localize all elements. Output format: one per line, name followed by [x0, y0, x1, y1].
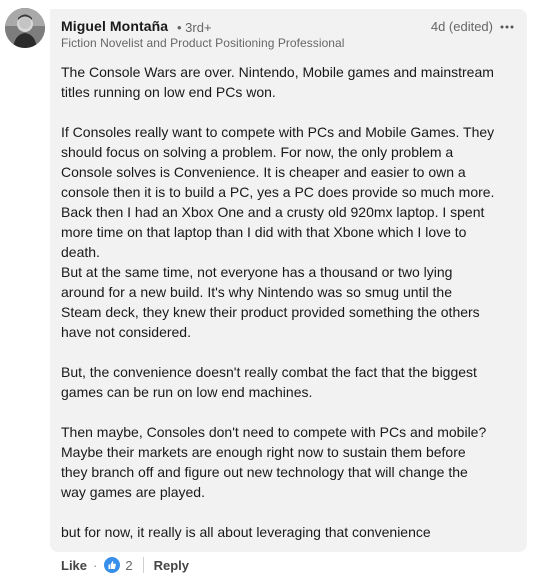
author-name[interactable]: Miguel Montaña: [61, 18, 168, 34]
like-button[interactable]: Like: [61, 558, 87, 573]
comment-actions: Like · 2 Reply: [61, 556, 189, 574]
thumbs-up-icon[interactable]: [104, 557, 121, 573]
comment-meta: 4d (edited): [431, 19, 515, 34]
degree-label: 3rd+: [185, 20, 212, 35]
comment-paragraph: The Console Wars are over. Nintendo, Mob…: [61, 64, 494, 100]
separator-dot: ·: [93, 557, 98, 573]
comment-text: The Console Wars are over. Nintendo, Mob…: [61, 62, 515, 542]
comment-paragraph: Then maybe, Consoles don't need to compe…: [61, 424, 487, 500]
timestamp: 4d (edited): [430, 19, 493, 34]
comment-header: Miguel Montaña • 3rd+ 4d (edited): [61, 17, 515, 35]
comment-paragraph: If Consoles really want to compete with …: [61, 124, 495, 340]
comment-bubble: Miguel Montaña • 3rd+ 4d (edited) Fictio…: [50, 9, 527, 552]
author-headline: Fiction Novelist and Product Positioning…: [61, 36, 345, 50]
ellipsis-icon[interactable]: [499, 20, 515, 34]
connection-degree: • 3rd+: [177, 20, 212, 35]
comment-paragraph: but for now, it really is all about leve…: [61, 524, 431, 540]
avatar[interactable]: [5, 8, 45, 48]
comment-paragraph: But, the convenience doesn't really comb…: [61, 364, 477, 400]
reaction-count[interactable]: 2: [125, 558, 132, 573]
profile-photo: [5, 8, 45, 48]
action-divider: [142, 557, 144, 573]
reply-button[interactable]: Reply: [154, 558, 189, 573]
